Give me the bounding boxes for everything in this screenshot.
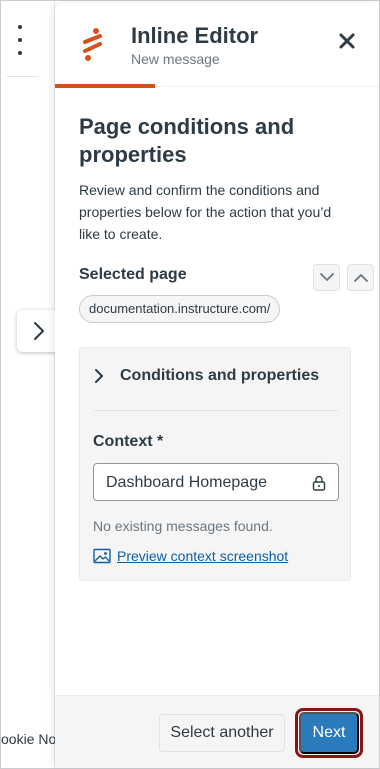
panel-header: Inline Editor New message (55, 3, 379, 88)
header-accent-bar (55, 84, 155, 88)
context-value: Dashboard Homepage (106, 474, 267, 491)
next-button[interactable]: Next (299, 712, 359, 754)
background-footer-text: ookie No (1, 731, 57, 747)
divider (94, 410, 338, 411)
context-label: Context * (93, 433, 164, 450)
chevron-right-icon (34, 322, 44, 340)
page-description: Review and confirm the conditions and pr… (79, 182, 332, 242)
background-page: ookie No (1, 1, 56, 768)
kebab-icon[interactable] (11, 25, 29, 55)
inline-editor-panel: Inline Editor New message Page condition… (55, 3, 379, 768)
image-icon (93, 548, 111, 564)
content: Page conditions and properties Review an… (79, 113, 351, 245)
conditions-card: Conditions and properties Context * Dash… (79, 347, 351, 581)
context-field[interactable]: Dashboard Homepage (93, 463, 339, 501)
close-icon[interactable] (335, 29, 359, 53)
panel-footer: Select another Next (55, 695, 379, 768)
selected-page-label: Selected page (79, 266, 187, 283)
selected-page-url: documentation.instructure.com/ (79, 295, 281, 323)
previous-page-button[interactable] (347, 264, 374, 291)
chevron-right-icon (95, 369, 103, 383)
divider (7, 76, 39, 77)
selected-page-row: Selected page (79, 264, 374, 292)
divider (155, 86, 379, 87)
panel-subtitle: New message (131, 51, 220, 67)
preview-context-link[interactable]: Preview context screenshot (93, 548, 288, 564)
lock-icon (312, 475, 326, 491)
conditions-toggle-label: Conditions and properties (120, 367, 320, 384)
panel-title: Inline Editor (131, 23, 259, 48)
preview-link-text: Preview context screenshot (117, 548, 289, 564)
chevron-down-icon (319, 273, 334, 281)
logo-icon (83, 28, 102, 61)
screen: ookie No Inline Editor New message Page … (0, 0, 380, 769)
next-page-button[interactable] (313, 264, 340, 291)
select-another-button[interactable]: Select another (159, 714, 285, 752)
chevron-up-icon (353, 274, 368, 282)
no-messages-text: No existing messages found. (93, 518, 273, 534)
conditions-toggle[interactable]: Conditions and properties (94, 358, 334, 394)
page-heading: Page conditions and properties (79, 114, 295, 167)
